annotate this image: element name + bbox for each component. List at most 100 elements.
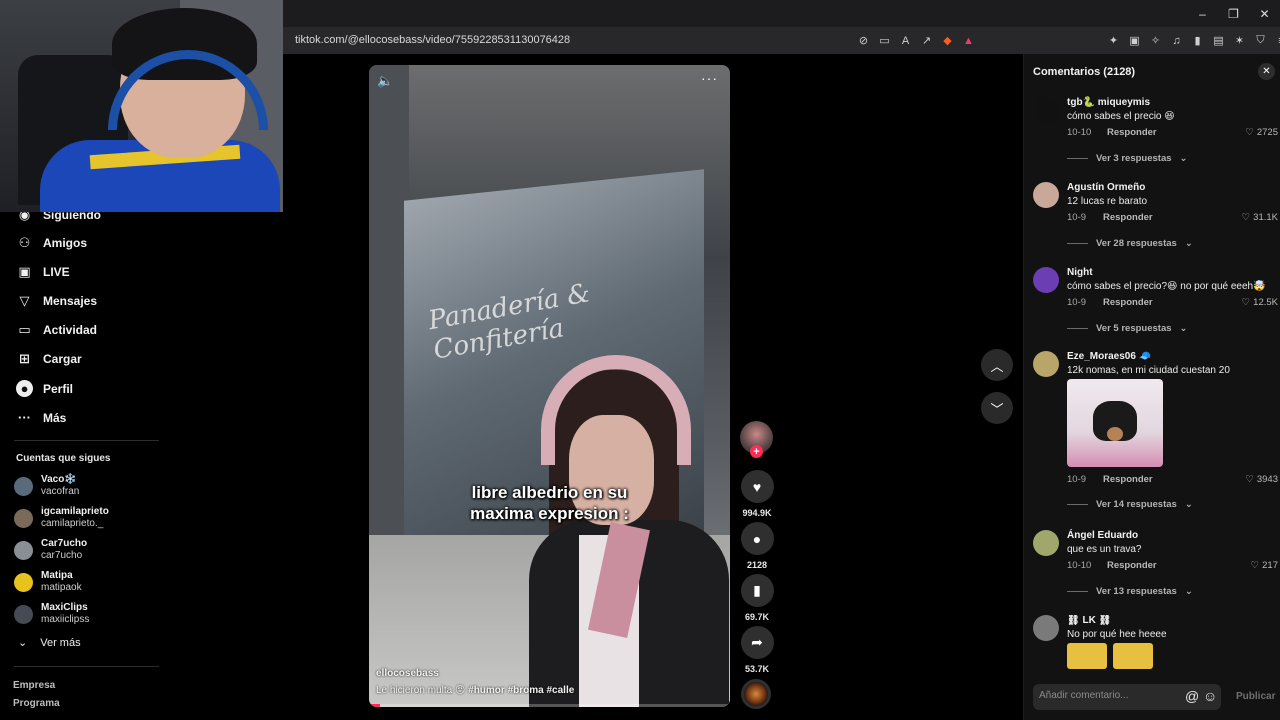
view-replies-button[interactable]: Ver 28 respuestas ⌄ [1067,238,1193,249]
following-account[interactable]: Vaco❄️ vacofran [14,474,79,498]
view-replies-button[interactable]: Ver 13 respuestas ⌄ [1067,586,1193,597]
footer-link-empresa[interactable]: Empresa [13,680,55,691]
see-more-button[interactable]: ⌄ Ver más [18,636,81,650]
comment-image[interactable] [1067,379,1163,467]
video-player[interactable]: Panadería & Confitería 🔈 ··· libre albed… [369,65,730,707]
save-action[interactable]: ▮ 69.7K [739,574,775,622]
more-options-icon[interactable]: ··· [701,70,718,86]
comment-author[interactable]: ⛓ LK ⛓ [1067,615,1111,626]
nav-amigos[interactable]: ⚇ Amigos [16,234,87,251]
comment-date: 10-10 [1067,560,1092,571]
comment-like-button[interactable]: ♡ 2725 [1245,127,1278,138]
avatar[interactable] [1033,351,1059,377]
bookmark-icon[interactable]: ▮ [740,574,774,607]
comment-author[interactable]: tgb🐍 miqueymis [1067,97,1150,108]
restore-button[interactable]: ❐ [1218,0,1249,27]
view-replies-button[interactable]: Ver 3 respuestas ⌄ [1067,153,1188,164]
reply-button[interactable]: Responder [1103,297,1153,308]
minimize-button[interactable]: – [1187,0,1218,27]
close-comments-button[interactable]: ✕ [1258,63,1275,80]
share-icon[interactable]: ↗ [918,32,935,49]
screenshot-icon[interactable]: ▣ [1126,32,1143,49]
like-action[interactable]: ♥ 994.9K [739,470,775,518]
comment-author[interactable]: Ángel Eduardo [1067,530,1138,541]
following-account[interactable]: Car7ucho car7ucho [14,538,87,562]
comment-item: ⛓ LK ⛓ No por qué hee heeee [1033,615,1278,673]
translate-icon[interactable]: A [897,32,914,49]
video-author[interactable]: ellocosebass [376,668,439,679]
leo-icon[interactable]: ✶ [1231,32,1248,49]
avatar[interactable] [1033,182,1059,208]
following-account[interactable]: Matipa matipaok [14,570,82,594]
comment-like-button[interactable]: ♡ 12.5K [1242,297,1278,308]
sidebar-toggle-icon[interactable]: ▮ [1189,32,1206,49]
comment-input[interactable] [1039,690,1177,701]
reply-button[interactable]: Responder [1107,127,1157,138]
caption-line: libre albedrio en su [471,483,628,502]
hashtag-link[interactable]: #calle [547,685,575,696]
brave-rewards-icon[interactable]: ▲ [960,32,977,49]
comment-action[interactable]: ● 2128 [739,522,775,570]
comment-sticker[interactable] [1113,643,1153,669]
url-field[interactable]: tiktok.com/@ellocosebass/video/755922853… [295,34,570,46]
comment-like-button[interactable]: ♡ 217 [1251,560,1278,571]
avatar[interactable] [1033,530,1059,556]
emoji-icon[interactable]: ☺ [1203,688,1217,704]
nav-mas[interactable]: ··· Más [16,409,66,426]
share-count: 53.7K [744,664,770,674]
hashtag-link[interactable]: #broma [508,685,544,696]
comment-sticker[interactable] [1067,643,1107,669]
heart-outline-icon: ♡ [1241,297,1251,308]
reply-button[interactable]: Responder [1107,560,1157,571]
next-video-button[interactable]: ﹀ [981,392,1013,424]
reply-button[interactable]: Responder [1103,212,1153,223]
chevron-down-icon: ⌄ [1179,323,1188,334]
save-count: 69.7K [744,612,770,622]
nav-perfil[interactable]: ● Perfil [16,380,73,397]
comment-text: 12 lucas re barato [1067,196,1148,207]
comment-author[interactable]: Eze_Moraes06 🧢 [1067,351,1151,362]
nav-cargar[interactable]: ⊞ Cargar [16,350,82,367]
view-replies-button[interactable]: Ver 14 respuestas ⌄ [1067,499,1193,510]
close-window-button[interactable]: ✕ [1249,0,1280,27]
ai-icon[interactable]: ✧ [1147,32,1164,49]
comment-like-button[interactable]: ♡ 3943 [1245,474,1278,485]
volume-icon[interactable]: 🔈 [377,73,393,89]
music-icon[interactable]: ♫ [1168,32,1185,49]
share-arrow-icon[interactable]: ➦ [740,626,774,659]
brave-shields-icon[interactable]: ◆ [939,32,956,49]
vpn-icon[interactable]: ⛉ [1252,32,1269,49]
previous-video-button[interactable]: ︿ [981,349,1013,381]
comment-author[interactable]: Agustín Ormeño [1067,182,1145,193]
extensions-icon[interactable]: ✦ [1105,32,1122,49]
following-account[interactable]: MaxiClips maxiiclipss [14,602,89,626]
comment-icon[interactable]: ● [740,522,774,555]
nav-mensajes[interactable]: ▽ Mensajes [16,292,98,309]
nav-live[interactable]: ▣ LIVE [16,263,69,280]
heart-icon[interactable]: ♥ [740,470,774,503]
chevron-down-icon: ⌄ [1184,499,1193,510]
follow-plus-icon[interactable]: + [750,445,763,458]
mention-icon[interactable]: @ [1185,688,1199,704]
avatar[interactable] [1033,615,1059,641]
wallet-icon[interactable]: ▤ [1210,32,1227,49]
following-account[interactable]: igcamilaprieto camilaprieto._ [14,506,109,530]
nav-actividad[interactable]: ▭ Actividad [16,321,97,338]
video-progress-bar[interactable] [369,704,730,707]
cast-icon[interactable]: ▭ [876,32,893,49]
avatar[interactable] [1033,267,1059,293]
share-action[interactable]: ➦ 53.7K [739,626,775,674]
comment-like-button[interactable]: ♡ 31.1K [1242,212,1278,223]
music-disc[interactable] [741,679,771,709]
footer-link-programa[interactable]: Programa [13,698,60,709]
avatar[interactable] [1033,97,1059,123]
hashtag-link[interactable]: #humor [468,685,505,696]
comment-like-count: 31.1K [1253,212,1278,223]
no-tracking-icon[interactable]: ⊘ [855,32,872,49]
reply-button[interactable]: Responder [1103,474,1153,485]
view-replies-button[interactable]: Ver 5 respuestas ⌄ [1067,323,1188,334]
menu-icon[interactable]: ≡ [1273,32,1280,49]
nav-label: Actividad [43,322,98,337]
comment-author[interactable]: Night [1067,267,1093,278]
publish-button[interactable]: Publicar [1236,691,1275,702]
